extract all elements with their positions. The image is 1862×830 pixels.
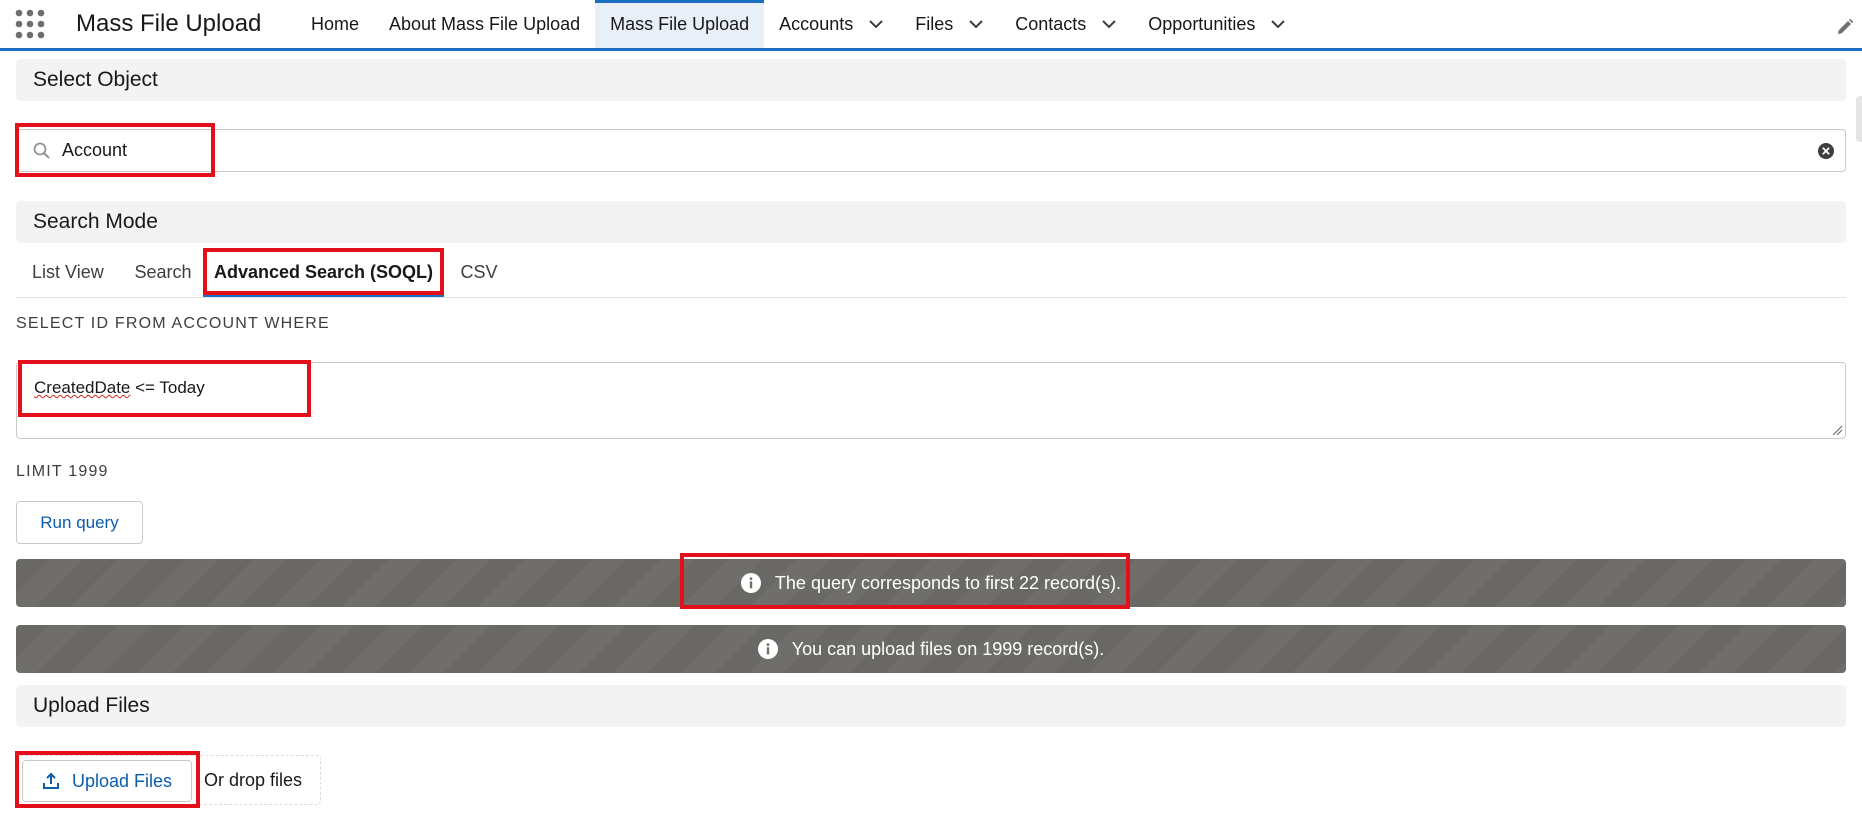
tab-list-view[interactable]: List View [32, 250, 104, 297]
nav-item-about[interactable]: About Mass File Upload [374, 0, 595, 48]
nav-item-label: About Mass File Upload [389, 13, 581, 34]
info-icon [757, 639, 778, 659]
soql-where-textarea[interactable]: CreatedDate <= Today [16, 362, 1846, 439]
chevron-down-icon[interactable] [967, 15, 985, 33]
upload-files-button[interactable]: Upload Files [22, 760, 192, 802]
nav-item-accounts[interactable]: Accounts [764, 0, 900, 48]
tab-search[interactable]: Search [133, 250, 193, 297]
search-icon [33, 142, 50, 159]
query-result-banner: The query corresponds to first 22 record… [16, 559, 1846, 607]
info-icon [740, 573, 761, 593]
soql-limit-label: LIMIT 1999 [16, 463, 109, 480]
upload-files-label: Upload Files [71, 770, 173, 791]
pencil-icon[interactable] [1836, 18, 1854, 36]
app-title: Mass File Upload [76, 10, 262, 37]
query-condition: <= Today [130, 378, 205, 397]
nav-item-label: Opportunities [1148, 13, 1256, 34]
query-field: CreatedDate [34, 378, 131, 397]
upload-files-header: Upload Files [16, 685, 1846, 727]
nav-item-label: Contacts [1015, 13, 1087, 34]
nav-item-contacts[interactable]: Contacts [1000, 0, 1133, 48]
nav-item-label: Home [311, 13, 360, 34]
upload-icon [42, 772, 59, 789]
nav-item-label: Accounts [779, 13, 854, 34]
search-mode-header: Search Mode [16, 201, 1846, 243]
run-query-button[interactable]: Run query [16, 501, 143, 544]
query-result-text: The query corresponds to first 22 record… [774, 572, 1122, 593]
global-navigation: Mass File Upload Home About Mass File Up… [0, 0, 1862, 51]
tab-csv[interactable]: CSV [459, 250, 499, 297]
nav-item-home[interactable]: Home [296, 0, 374, 48]
nav-item-files[interactable]: Files [900, 0, 1000, 48]
upload-capacity-banner: You can upload files on 1999 record(s). [16, 625, 1846, 673]
side-utility-tab[interactable] [1856, 96, 1862, 142]
tab-advanced-search-soql[interactable]: Advanced Search (SOQL) [203, 250, 444, 297]
section-title: Upload Files [33, 694, 150, 717]
chevron-down-icon[interactable] [867, 15, 885, 33]
object-combobox[interactable]: Account [16, 129, 1846, 172]
nav-item-mass-file-upload[interactable]: Mass File Upload [595, 0, 765, 48]
resize-handle-icon[interactable] [1831, 424, 1843, 436]
drop-files-text: Or drop files [204, 770, 303, 790]
soql-where-value: CreatedDate <= Today [34, 378, 205, 398]
section-title: Select Object [33, 68, 158, 91]
chevron-down-icon[interactable] [1100, 15, 1118, 33]
soql-prefix-label: SELECT ID FROM ACCOUNT WHERE [16, 315, 330, 332]
clear-icon[interactable] [1817, 142, 1835, 160]
section-title: Search Mode [33, 210, 158, 233]
select-object-header: Select Object [16, 59, 1846, 101]
app-launcher-icon[interactable] [14, 8, 46, 40]
search-mode-tabs: List View Search Advanced Search (SOQL) … [16, 250, 1846, 298]
upload-capacity-text: You can upload files on 1999 record(s). [791, 638, 1105, 659]
nav-item-label: Files [915, 13, 954, 34]
chevron-down-icon[interactable] [1269, 15, 1287, 33]
nav-bar: Home About Mass File Upload Mass File Up… [296, 0, 1302, 48]
nav-item-opportunities[interactable]: Opportunities [1133, 0, 1302, 48]
object-combobox-value: Account [62, 140, 128, 160]
nav-item-label: Mass File Upload [610, 13, 750, 34]
